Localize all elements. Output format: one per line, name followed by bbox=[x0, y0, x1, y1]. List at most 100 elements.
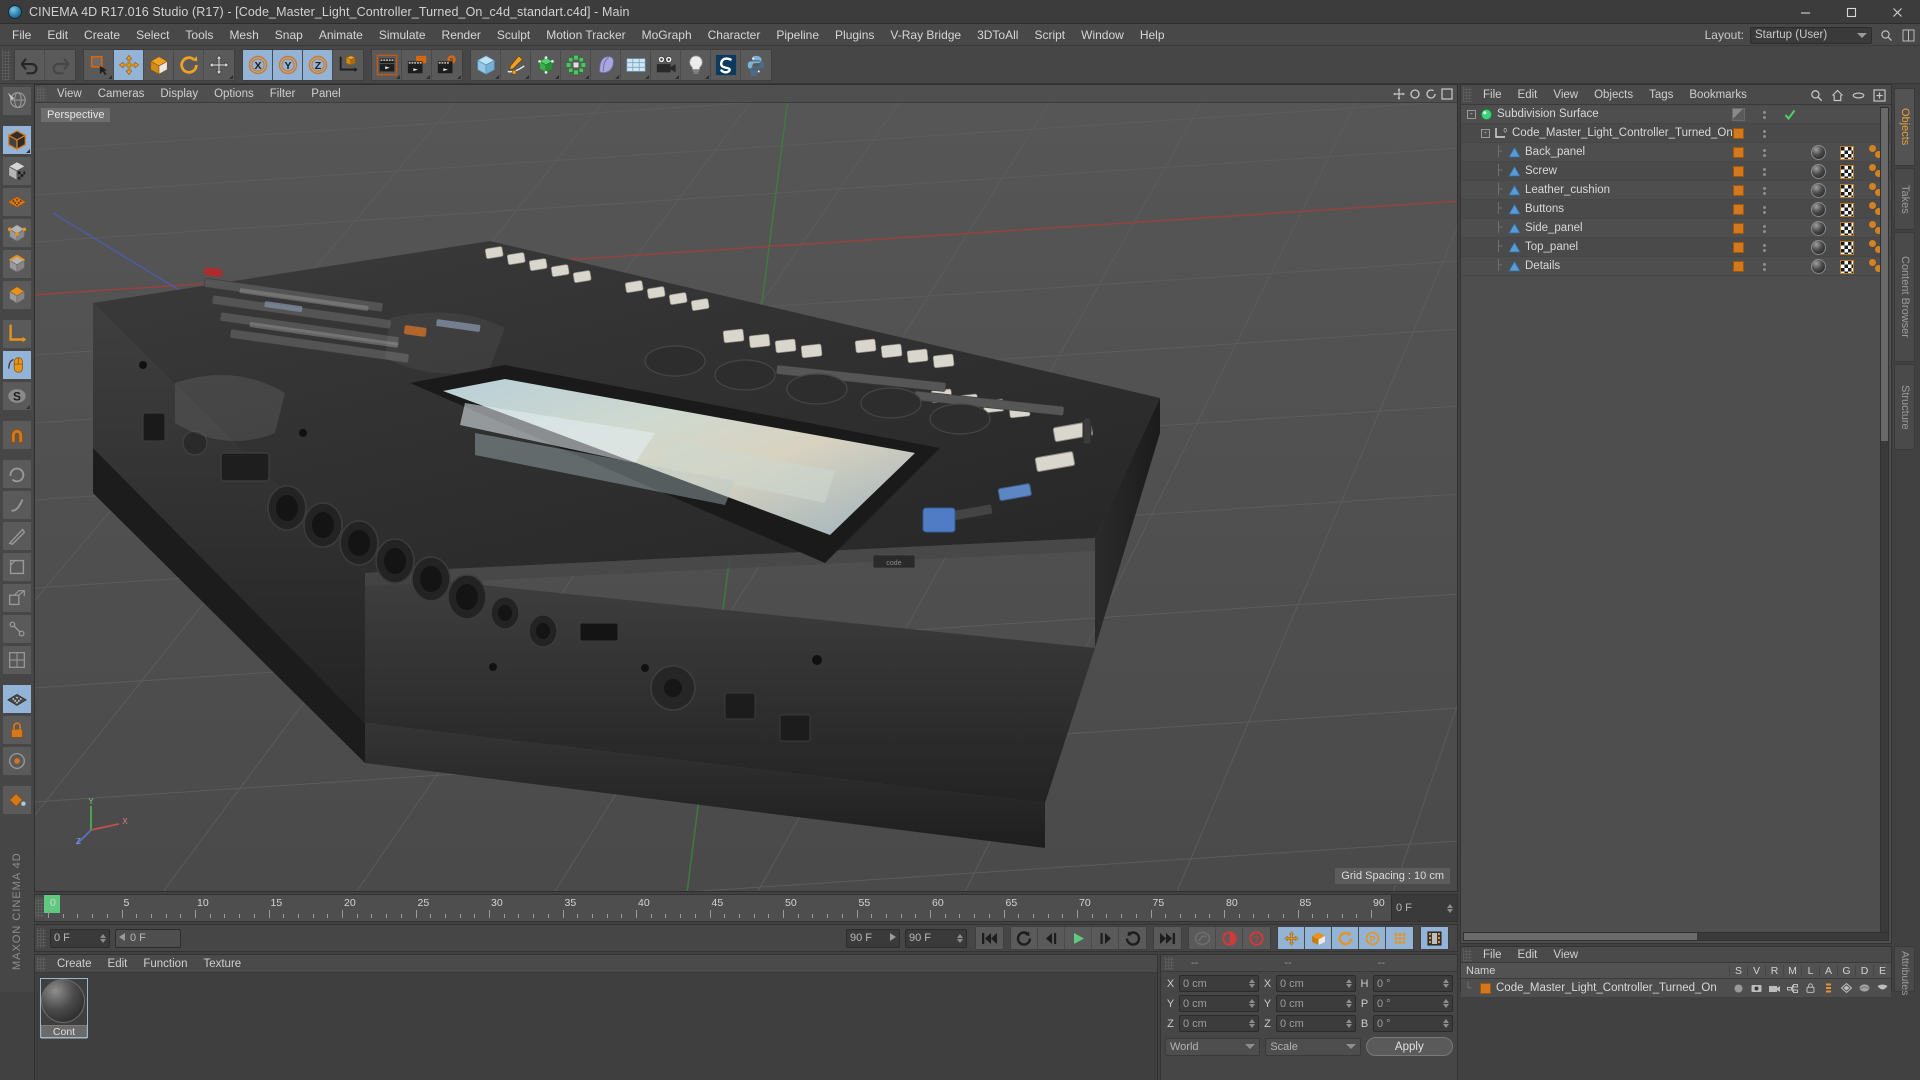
layer-render-icon[interactable] bbox=[1765, 984, 1783, 993]
render-view-icon[interactable] bbox=[372, 49, 402, 80]
visibility-dots-icon[interactable] bbox=[1762, 167, 1766, 176]
object-material-tag-cell[interactable] bbox=[1803, 219, 1833, 238]
material-list[interactable]: Cont bbox=[35, 973, 1157, 1080]
layer-color-swatch[interactable] bbox=[1480, 982, 1491, 994]
material-tag-icon[interactable] bbox=[1810, 240, 1826, 255]
object-material-tag-cell[interactable] bbox=[1803, 124, 1833, 143]
spinner-icon[interactable] bbox=[1249, 1019, 1255, 1028]
object-enable-cell[interactable] bbox=[1777, 238, 1803, 257]
layer-deformer-icon[interactable] bbox=[1855, 983, 1873, 993]
tab-structure[interactable]: Structure bbox=[1894, 364, 1915, 450]
menu-tools[interactable]: Tools bbox=[177, 24, 221, 46]
material-item[interactable]: Cont bbox=[40, 978, 88, 1039]
spinner-icon[interactable] bbox=[1346, 999, 1352, 1008]
viewport-grip[interactable] bbox=[37, 86, 46, 101]
visibility-dots-icon[interactable] bbox=[1762, 110, 1766, 119]
object-row[interactable]: ├ Leather_cushion bbox=[1461, 181, 1891, 200]
toolbar-grip[interactable] bbox=[2, 49, 11, 80]
texture-tag-icon[interactable] bbox=[1840, 183, 1854, 198]
layer-col-l[interactable]: L bbox=[1801, 964, 1819, 977]
step-forward-button[interactable] bbox=[1092, 927, 1119, 949]
texture-tag-icon[interactable] bbox=[1840, 145, 1854, 160]
object-manager-grip[interactable] bbox=[1463, 87, 1472, 102]
light-controller-3d-model[interactable]: code bbox=[35, 103, 1457, 891]
knife-icon[interactable] bbox=[2, 521, 32, 551]
object-enable-cell[interactable] bbox=[1777, 200, 1803, 219]
pos-z-input[interactable]: 0 cm bbox=[1179, 1015, 1259, 1032]
object-color-swatch[interactable] bbox=[1732, 166, 1744, 177]
nurbs-icon[interactable] bbox=[531, 49, 561, 80]
scrollbar-thumb[interactable] bbox=[1464, 933, 1698, 940]
object-visibility-cell[interactable] bbox=[1725, 219, 1751, 238]
object-menu-view[interactable]: View bbox=[1545, 86, 1586, 104]
layer-col-a[interactable]: A bbox=[1819, 964, 1837, 977]
search-icon[interactable] bbox=[1808, 87, 1824, 103]
menu-animate[interactable]: Animate bbox=[311, 24, 371, 46]
texture-tag-icon[interactable] bbox=[1840, 164, 1854, 179]
layer-col-d[interactable]: D bbox=[1855, 964, 1873, 977]
axis-mode-icon[interactable] bbox=[2, 319, 32, 349]
spinner-icon[interactable] bbox=[100, 933, 106, 943]
viewport-zoom-icon[interactable] bbox=[1408, 87, 1421, 100]
layer-menu-view[interactable]: View bbox=[1545, 947, 1586, 963]
scrollbar-thumb[interactable] bbox=[1881, 108, 1888, 441]
layer-col-v[interactable]: V bbox=[1747, 964, 1765, 977]
layer-lock-icon[interactable] bbox=[1801, 983, 1819, 993]
layer-col-m[interactable]: M bbox=[1783, 964, 1801, 977]
object-material-tag-cell[interactable] bbox=[1803, 238, 1833, 257]
spinner-icon[interactable] bbox=[1443, 1019, 1449, 1028]
object-color-swatch[interactable] bbox=[1732, 128, 1744, 139]
object-enable-cell[interactable] bbox=[1777, 124, 1803, 143]
rotate-view-icon[interactable] bbox=[2, 459, 32, 489]
light-icon[interactable] bbox=[681, 49, 711, 80]
object-dots-cell[interactable] bbox=[1751, 105, 1777, 124]
layer-col-r[interactable]: R bbox=[1765, 964, 1783, 977]
visibility-dots-icon[interactable] bbox=[1762, 148, 1766, 157]
object-material-tag-cell[interactable] bbox=[1803, 105, 1833, 124]
search-icon[interactable] bbox=[1878, 27, 1894, 43]
keyframe-help-button[interactable]: ? bbox=[1243, 927, 1270, 949]
visibility-dots-icon[interactable] bbox=[1762, 129, 1766, 138]
object-texture-tag-cell[interactable] bbox=[1833, 200, 1861, 219]
spinner-icon[interactable] bbox=[1443, 999, 1449, 1008]
object-material-tag-cell[interactable] bbox=[1803, 200, 1833, 219]
menu-snap[interactable]: Snap bbox=[267, 24, 311, 46]
key-scale-button[interactable] bbox=[1305, 927, 1332, 949]
spinner-icon[interactable] bbox=[1249, 999, 1255, 1008]
expander-toggle-icon[interactable]: - bbox=[1467, 109, 1476, 119]
filter-ellipse-icon[interactable] bbox=[1850, 87, 1866, 103]
mograph-icon[interactable] bbox=[561, 49, 591, 80]
material-tag-icon[interactable] bbox=[1810, 164, 1826, 179]
object-color-swatch[interactable] bbox=[1732, 261, 1744, 272]
range-end-field[interactable]: 90 F bbox=[905, 928, 967, 948]
menu-vray-bridge[interactable]: V-Ray Bridge bbox=[882, 24, 969, 46]
layer-col-s[interactable]: S bbox=[1729, 964, 1747, 977]
object-tree[interactable]: - Subdivision Surface -0 Code_Master_Light_… bbox=[1461, 105, 1891, 943]
object-dots-cell[interactable] bbox=[1751, 181, 1777, 200]
layer-visible-icon[interactable] bbox=[1747, 984, 1765, 993]
lock-z-axis-icon[interactable]: Z bbox=[303, 49, 333, 80]
cube-primitive-icon[interactable] bbox=[471, 49, 501, 80]
menu-plugins[interactable]: Plugins bbox=[827, 24, 882, 46]
texture-tag-icon[interactable] bbox=[1840, 240, 1854, 255]
viewport-3d[interactable]: Perspective code Y X Z Grid Spacing: 10… bbox=[35, 103, 1457, 891]
object-row[interactable]: - 0 Code_Master_Light_Controller_Turned_On bbox=[1461, 124, 1891, 143]
redo-icon[interactable] bbox=[45, 49, 75, 80]
menu-3dtoall[interactable]: 3DToAll bbox=[969, 24, 1026, 46]
object-texture-tag-cell[interactable] bbox=[1833, 124, 1861, 143]
render-picture-viewer-icon[interactable] bbox=[402, 49, 432, 80]
object-row[interactable]: ├ Screw bbox=[1461, 162, 1891, 181]
object-visibility-cell[interactable] bbox=[1725, 181, 1751, 200]
object-row[interactable]: ├ Buttons bbox=[1461, 200, 1891, 219]
object-enable-cell[interactable] bbox=[1777, 181, 1803, 200]
material-tag-icon[interactable] bbox=[1810, 183, 1826, 198]
object-material-tag-cell[interactable] bbox=[1803, 257, 1833, 276]
object-visibility-cell[interactable] bbox=[1725, 162, 1751, 181]
rot-h-input[interactable]: 0 ° bbox=[1373, 975, 1453, 992]
move-axis-icon[interactable] bbox=[204, 49, 234, 80]
viewport-menu-filter[interactable]: Filter bbox=[262, 85, 304, 103]
play-reverse-loop-button[interactable] bbox=[1011, 927, 1038, 949]
viewport-solo-icon[interactable] bbox=[2, 350, 32, 380]
record-button[interactable] bbox=[1216, 927, 1243, 949]
menu-help[interactable]: Help bbox=[1132, 24, 1173, 46]
